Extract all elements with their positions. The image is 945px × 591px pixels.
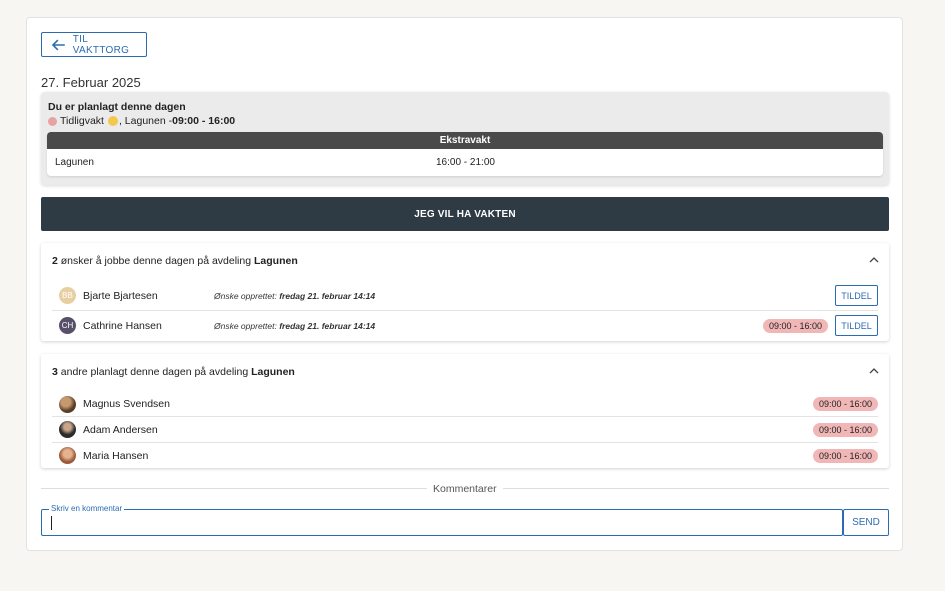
extra-shift-table: Ekstravakt Lagunen 16:00 - 21:00 [47, 132, 883, 176]
extra-shift-row: Lagunen 16:00 - 21:00 [47, 149, 883, 176]
assign-button[interactable]: TILDEL [835, 315, 878, 336]
employee-name: Magnus Svendsen [83, 398, 170, 410]
text-caret [51, 516, 52, 530]
back-button-label: TIL VAKTTORG [72, 33, 130, 56]
extra-shift-department: Lagunen [55, 157, 94, 168]
wishes-text: ønsker å jobbe denne dagen på avdeling [57, 255, 254, 267]
wish-created-prefix: Ønske opprettet: [214, 290, 280, 301]
avatar [59, 421, 76, 438]
planned-employee-row: Maria Hansen 09:00 - 16:00 [52, 443, 878, 468]
planned-shift-line: Tidligvakt , Lagunen - 09:00 - 16:00 [48, 115, 235, 127]
others-heading[interactable]: 3 andre planlagt denne dagen på avdeling… [52, 366, 295, 378]
comment-input[interactable] [51, 515, 831, 531]
others-planned-section: 3 andre planlagt denne dagen på avdeling… [41, 354, 889, 468]
employee-name: Cathrine Hansen [83, 319, 162, 332]
back-to-shift-market-button[interactable]: TIL VAKTTORG [41, 32, 147, 57]
page-date: 27. Februar 2025 [41, 75, 141, 90]
planned-shift-time: 09:00 - 16:00 [172, 115, 236, 127]
comment-field-label: Skriv en kommentar [49, 504, 125, 513]
comment-field[interactable]: Skriv en kommentar [41, 504, 843, 536]
others-text: andre planlagt denne dagen på avdeling [57, 366, 252, 378]
wishes-department: Lagunen [254, 255, 298, 267]
planned-shift-name: Tidligvakt [60, 115, 104, 127]
others-department: Lagunen [251, 366, 295, 378]
planned-employee-row: Magnus Svendsen 09:00 - 16:00 [52, 392, 878, 417]
planned-shift-dept: , Lagunen - [118, 115, 173, 127]
wish-created-date: fredag 21. februar 14:14 [279, 320, 376, 331]
chevron-up-icon[interactable] [869, 256, 879, 264]
arrow-left-icon [52, 39, 65, 50]
claim-shift-button[interactable]: JEG VIL HA VAKTEN [41, 197, 889, 231]
avatar: CH [59, 317, 76, 334]
employee-name: Adam Andersen [83, 423, 158, 436]
extra-shift-time: 16:00 - 21:00 [436, 157, 495, 168]
wish-row: BB Bjarte Bjartesen Ønske opprettet: fre… [52, 281, 878, 311]
assign-button[interactable]: TILDEL [835, 285, 878, 306]
shift-time-pill: 09:00 - 16:00 [762, 318, 828, 333]
employee-name: Maria Hansen [83, 449, 149, 462]
chevron-up-icon[interactable] [869, 367, 879, 375]
wish-created-date: fredag 21. februar 14:14 [279, 290, 376, 301]
comments-label: Kommentarer [427, 483, 503, 495]
planned-title: Du er planlagt denne dagen [48, 101, 186, 113]
planned-shift-box: Du er planlagt denne dagen Tidligvakt , … [41, 92, 889, 185]
wish-row: CH Cathrine Hansen Ønske opprettet: fred… [52, 311, 878, 340]
avatar [59, 447, 76, 464]
extra-shift-header: Ekstravakt [47, 132, 883, 149]
avatar: BB [59, 287, 76, 304]
smiley-icon [107, 116, 118, 126]
shift-color-dot [48, 116, 57, 126]
wish-created-prefix: Ønske opprettet: [214, 320, 280, 331]
shift-detail-card: TIL VAKTTORG 27. Februar 2025 Du er plan… [26, 17, 903, 551]
wish-created: Ønske opprettet: fredag 21. februar 14:1… [214, 321, 375, 331]
shift-time-pill: 09:00 - 16:00 [812, 397, 878, 411]
avatar [59, 395, 76, 413]
wishes-heading[interactable]: 2 ønsker å jobbe denne dagen på avdeling… [52, 255, 298, 267]
wishes-section: 2 ønsker å jobbe denne dagen på avdeling… [41, 243, 889, 341]
send-comment-button[interactable]: SEND [843, 509, 889, 536]
planned-employee-row: Adam Andersen 09:00 - 16:00 [52, 417, 878, 443]
shift-time-pill: 09:00 - 16:00 [812, 422, 878, 437]
employee-name: Bjarte Bjartesen [83, 289, 158, 302]
shift-time-pill: 09:00 - 16:00 [812, 448, 878, 463]
wish-created: Ønske opprettet: fredag 21. februar 14:1… [214, 291, 375, 301]
